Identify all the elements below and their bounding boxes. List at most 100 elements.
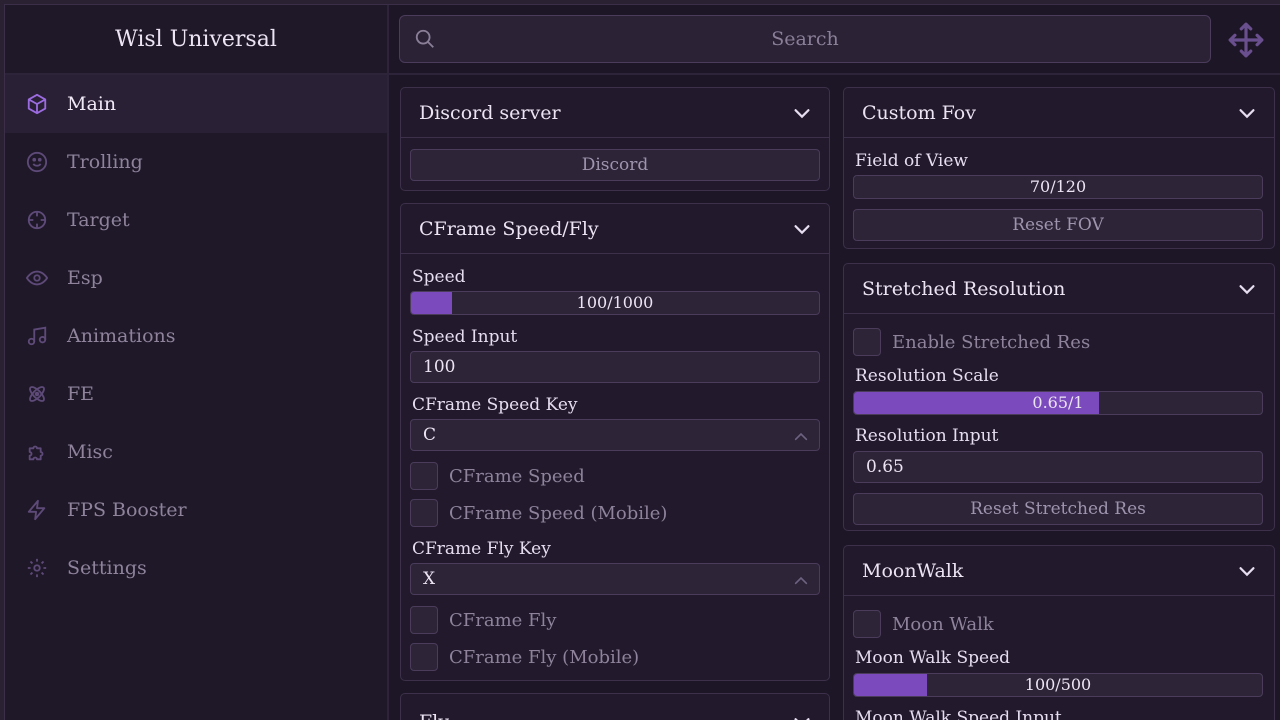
discord-button[interactable]: Discord: [410, 149, 820, 181]
smile-icon: [25, 150, 49, 174]
sidebar-item-label: FE: [67, 383, 95, 405]
gear-icon: [25, 556, 49, 580]
sidebar-item-trolling[interactable]: Trolling: [5, 133, 387, 191]
speed-key-label: CFrame Speed Key: [412, 395, 578, 415]
stretched-res-panel-header[interactable]: Stretched Resolution: [844, 264, 1274, 314]
fov-panel-header[interactable]: Custom Fov: [844, 88, 1274, 138]
speed-key-value: C: [423, 425, 437, 445]
enable-stretched-res-toggle[interactable]: Enable Stretched Res: [853, 328, 1090, 356]
checkbox[interactable]: [853, 610, 881, 638]
moon-walk-speed-slider[interactable]: 100/500: [853, 673, 1263, 697]
reset-fov-button[interactable]: Reset FOV: [853, 209, 1263, 241]
cframe-speed-toggle[interactable]: CFrame Speed: [410, 462, 585, 490]
search-input[interactable]: [400, 16, 1210, 62]
cframe-panel-header[interactable]: CFrame Speed/Fly: [401, 204, 829, 254]
sidebar-nav: Main Trolling Target Esp Animations FE M…: [5, 75, 387, 597]
discord-panel-header[interactable]: Discord server: [401, 88, 829, 138]
chevron-down-icon: [1239, 284, 1255, 294]
sidebar-item-settings[interactable]: Settings: [5, 539, 387, 597]
lightning-icon: [25, 498, 49, 522]
checkbox[interactable]: [410, 606, 438, 634]
sidebar-item-label: Target: [67, 209, 130, 231]
checkbox-label: CFrame Speed (Mobile): [449, 502, 668, 524]
sidebar-item-animations[interactable]: Animations: [5, 307, 387, 365]
eye-icon: [25, 266, 49, 290]
cframe-fly-mobile-toggle[interactable]: CFrame Fly (Mobile): [410, 643, 639, 671]
chevron-up-icon: [794, 576, 808, 585]
fly-key-value: X: [423, 569, 436, 589]
cube-icon: [25, 92, 49, 116]
resolution-scale-slider-value: 0.65/1: [1032, 393, 1084, 412]
cframe-speed-mobile-toggle[interactable]: CFrame Speed (Mobile): [410, 499, 667, 527]
checkbox[interactable]: [410, 462, 438, 490]
reset-stretched-res-button[interactable]: Reset Stretched Res: [853, 493, 1263, 525]
checkbox[interactable]: [410, 643, 438, 671]
discord-panel-title: Discord server: [419, 101, 561, 124]
checkbox-label: CFrame Speed: [449, 465, 585, 487]
fov-slider-value: 70/120: [1029, 177, 1087, 196]
fov-label: Field of View: [855, 151, 968, 171]
sidebar-item-label: Misc: [67, 441, 113, 463]
fly-key-label: CFrame Fly Key: [412, 539, 551, 559]
resolution-scale-slider[interactable]: 0.65/1: [853, 391, 1263, 415]
fly-panel-title: Fly: [419, 711, 449, 720]
stretched-res-panel: Stretched Resolution Enable Stretched Re…: [843, 263, 1275, 531]
crosshair-icon: [25, 208, 49, 232]
sidebar-item-label: Main: [67, 93, 117, 115]
cframe-panel-title: CFrame Speed/Fly: [419, 217, 599, 240]
chevron-up-icon: [794, 432, 808, 441]
checkbox[interactable]: [853, 328, 881, 356]
sidebar-item-label: FPS Booster: [67, 499, 187, 521]
sidebar-item-label: Settings: [67, 557, 147, 579]
puzzle-icon: [25, 440, 49, 464]
sidebar-item-fe[interactable]: FE: [5, 365, 387, 423]
main-window: Wisl Universal Main Trolling Target Esp …: [4, 4, 1280, 720]
move-icon[interactable]: [1227, 21, 1265, 59]
fov-panel: Custom Fov Field of View 70/120 Reset FO…: [843, 87, 1275, 249]
fly-key-dropdown[interactable]: X: [410, 563, 820, 595]
checkbox-label: CFrame Fly (Mobile): [449, 646, 640, 668]
checkbox-label: Moon Walk: [892, 613, 994, 635]
sidebar-item-fps-booster[interactable]: FPS Booster: [5, 481, 387, 539]
moon-walk-speed-slider-value: 100/500: [1024, 675, 1092, 694]
chevron-down-icon: [794, 108, 810, 118]
moonwalk-panel-header[interactable]: MoonWalk: [844, 546, 1274, 596]
atom-icon: [25, 382, 49, 406]
chevron-down-icon: [794, 718, 810, 720]
speed-key-dropdown[interactable]: C: [410, 419, 820, 451]
moon-walk-toggle[interactable]: Moon Walk: [853, 610, 994, 638]
speed-input[interactable]: 100: [410, 351, 820, 383]
speed-slider[interactable]: 100/1000: [410, 291, 820, 315]
header-divider: [389, 73, 1280, 75]
speed-input-label: Speed Input: [412, 327, 518, 347]
moon-walk-speed-input-label: Moon Walk Speed Input: [855, 708, 1062, 720]
checkbox-label: CFrame Fly: [449, 609, 557, 631]
sidebar-item-main[interactable]: Main: [5, 75, 387, 133]
chevron-down-icon: [1239, 566, 1255, 576]
sidebar-item-label: Animations: [67, 325, 176, 347]
sidebar-item-label: Trolling: [67, 151, 143, 173]
chevron-down-icon: [794, 224, 810, 234]
checkbox[interactable]: [410, 499, 438, 527]
music-icon: [25, 324, 49, 348]
sidebar: Wisl Universal Main Trolling Target Esp …: [5, 5, 389, 720]
fly-panel: Fly: [400, 693, 830, 720]
stretched-res-panel-title: Stretched Resolution: [862, 277, 1066, 300]
app-title: Wisl Universal: [5, 5, 387, 75]
moonwalk-panel-title: MoonWalk: [862, 559, 964, 582]
chevron-down-icon: [1239, 108, 1255, 118]
sidebar-item-label: Esp: [67, 267, 103, 289]
cframe-fly-toggle[interactable]: CFrame Fly: [410, 606, 556, 634]
sidebar-item-misc[interactable]: Misc: [5, 423, 387, 481]
cframe-panel: CFrame Speed/Fly Speed 100/1000 Speed In…: [400, 203, 830, 681]
search-bar: [399, 15, 1211, 63]
resolution-input[interactable]: 0.65: [853, 451, 1263, 483]
resolution-scale-label: Resolution Scale: [855, 366, 999, 386]
fov-panel-title: Custom Fov: [862, 101, 976, 124]
sidebar-item-target[interactable]: Target: [5, 191, 387, 249]
fly-panel-header[interactable]: Fly: [401, 694, 829, 720]
sidebar-item-esp[interactable]: Esp: [5, 249, 387, 307]
checkbox-label: Enable Stretched Res: [892, 331, 1091, 353]
speed-slider-value: 100/1000: [576, 293, 654, 312]
fov-slider[interactable]: 70/120: [853, 175, 1263, 199]
